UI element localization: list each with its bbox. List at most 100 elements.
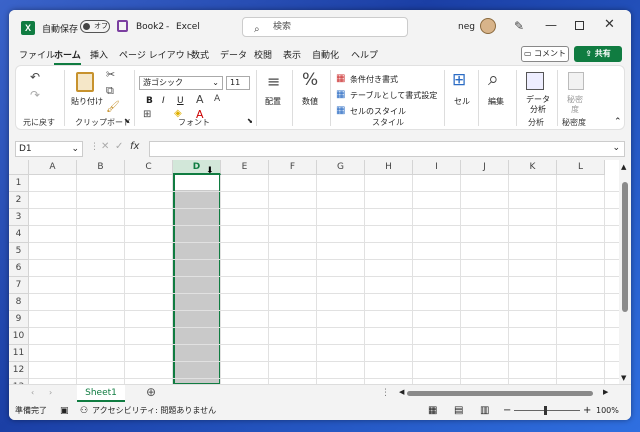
find-icon[interactable]: ⌕ <box>488 68 499 90</box>
format-painter-icon[interactable]: 🖌 <box>106 100 120 113</box>
row-header-9[interactable]: 9 <box>9 311 29 328</box>
font-shrink-icon[interactable]: A <box>214 94 220 104</box>
tab-help[interactable]: ヘルプ <box>351 48 378 61</box>
undo-icon[interactable]: ↶ <box>30 70 40 84</box>
row-header-4[interactable]: 4 <box>9 226 29 243</box>
row-header-11[interactable]: 11 <box>9 345 29 362</box>
tab-insert[interactable]: 挿入 <box>90 48 108 61</box>
normal-view-icon[interactable]: ▦ <box>428 402 437 420</box>
macro-record-icon[interactable]: ▣ <box>60 402 69 420</box>
underline-button[interactable]: U <box>177 96 184 106</box>
cells-icon[interactable]: ⊞ <box>452 70 466 90</box>
column-header-c[interactable]: C <box>125 160 173 175</box>
page-layout-view-icon[interactable]: ▤ <box>454 402 463 420</box>
page-break-view-icon[interactable]: ▥ <box>480 402 489 420</box>
sensitivity-label-2[interactable]: 度 <box>571 104 579 115</box>
column-header-i[interactable]: I <box>413 160 461 175</box>
chevron-down-icon[interactable]: ⌄ <box>612 143 620 153</box>
font-name-select[interactable]: 游ゴシック ⌄ <box>139 76 223 90</box>
scroll-down-icon[interactable]: ▼ <box>621 374 626 382</box>
add-sheet-icon[interactable]: ⊕ <box>146 385 156 399</box>
collapse-ribbon-icon[interactable]: ⌃ <box>614 117 622 127</box>
next-sheet-icon[interactable]: › <box>49 388 52 397</box>
borders-icon[interactable]: ⊞ <box>143 109 151 120</box>
insert-function-button[interactable]: fx <box>130 141 139 152</box>
save-icon[interactable] <box>117 20 128 32</box>
accessibility-icon[interactable]: ⚇ <box>80 402 88 420</box>
row-header-6[interactable]: 6 <box>9 260 29 277</box>
align-label[interactable]: 配置 <box>265 96 281 107</box>
more-icon[interactable]: ⋮ <box>381 388 390 398</box>
row-header-8[interactable]: 8 <box>9 294 29 311</box>
redo-icon[interactable]: ↷ <box>30 88 40 102</box>
close-icon[interactable]: ✕ <box>604 17 615 32</box>
clipboard-launcher-icon[interactable]: ⬊ <box>124 117 130 125</box>
autosave-toggle[interactable]: オフ <box>80 20 110 33</box>
font-grow-icon[interactable]: A <box>196 93 204 106</box>
maximize-icon[interactable] <box>575 21 584 30</box>
bold-button[interactable]: B <box>146 96 153 106</box>
row-header-10[interactable]: 10 <box>9 328 29 345</box>
sensitivity-icon[interactable] <box>568 72 584 90</box>
column-header-k[interactable]: K <box>509 160 557 175</box>
format-as-table-button[interactable]: テーブルとして書式設定 <box>350 90 437 101</box>
vertical-scroll-thumb[interactable] <box>622 182 628 312</box>
conditional-format-button[interactable]: 条件付き書式 <box>350 74 398 85</box>
row-header-5[interactable]: 5 <box>9 243 29 260</box>
row-header-3[interactable]: 3 <box>9 209 29 226</box>
active-cell[interactable] <box>175 175 219 190</box>
scroll-up-icon[interactable]: ▲ <box>621 163 626 171</box>
cell-styles-icon[interactable]: ▦ <box>336 105 345 116</box>
horizontal-scroll-thumb[interactable] <box>407 391 593 396</box>
select-all-corner[interactable] <box>9 160 29 175</box>
zoom-slider[interactable] <box>514 410 580 411</box>
prev-sheet-icon[interactable]: ‹ <box>31 388 34 397</box>
search-box[interactable]: ⌕ 検索 <box>242 17 408 37</box>
zoom-in-icon[interactable]: + <box>583 402 591 420</box>
tab-formulas[interactable]: 数式 <box>191 48 209 61</box>
zoom-slider-thumb[interactable] <box>544 406 547 415</box>
editing-label[interactable]: 編集 <box>488 96 504 107</box>
data-analysis-icon[interactable] <box>526 72 544 90</box>
avatar[interactable] <box>480 18 496 34</box>
cut-icon[interactable]: ✂ <box>106 68 115 81</box>
name-box[interactable]: D1 ⌄ <box>15 141 83 157</box>
cell-styles-button[interactable]: セルのスタイル <box>350 106 406 117</box>
column-header-e[interactable]: E <box>221 160 269 175</box>
horizontal-scrollbar[interactable]: ◀ ▶ <box>399 388 611 397</box>
sheet-tab[interactable]: Sheet1 <box>77 385 125 402</box>
row-header-2[interactable]: 2 <box>9 192 29 209</box>
column-header-g[interactable]: G <box>317 160 365 175</box>
column-header-a[interactable]: A <box>29 160 77 175</box>
minimize-icon[interactable]: — <box>545 18 557 32</box>
worksheet-grid[interactable]: ABCDEFGHIJKL 12345678910111213 <box>9 160 619 384</box>
enter-icon[interactable]: ✓ <box>115 141 123 152</box>
number-label[interactable]: 数値 <box>302 96 318 107</box>
comment-button[interactable]: ▭ コメント <box>521 46 569 62</box>
zoom-out-icon[interactable]: − <box>503 402 511 420</box>
cells-label[interactable]: セル <box>454 96 470 107</box>
paste-label[interactable]: 貼り付け <box>71 96 103 107</box>
data-analysis-label-2[interactable]: 分析 <box>530 104 546 115</box>
scroll-right-icon[interactable]: ▶ <box>603 388 608 396</box>
tab-data[interactable]: データ <box>220 48 247 61</box>
tab-home[interactable]: ホーム <box>54 48 81 65</box>
percent-icon[interactable]: % <box>302 70 318 90</box>
align-icon[interactable]: ≡ <box>267 72 280 91</box>
accessibility-status[interactable]: アクセシビリティ: 問題ありません <box>92 402 216 420</box>
vertical-scrollbar[interactable]: ▲ ▼ <box>619 160 631 384</box>
tab-automate[interactable]: 自動化 <box>312 48 339 61</box>
zoom-level[interactable]: 100% <box>596 402 619 420</box>
font-size-select[interactable]: 11 <box>226 76 250 90</box>
paste-icon[interactable] <box>76 72 94 92</box>
column-header-j[interactable]: J <box>461 160 509 175</box>
tab-review[interactable]: 校閲 <box>254 48 272 61</box>
column-header-b[interactable]: B <box>77 160 125 175</box>
format-table-icon[interactable]: ▦ <box>336 89 345 100</box>
column-header-d[interactable]: D <box>173 160 221 175</box>
column-header-h[interactable]: H <box>365 160 413 175</box>
column-header-l[interactable]: L <box>557 160 605 175</box>
italic-button[interactable]: I <box>162 96 165 106</box>
pen-icon[interactable]: ✎ <box>514 19 524 33</box>
formula-input[interactable]: ⌄ <box>149 141 625 157</box>
